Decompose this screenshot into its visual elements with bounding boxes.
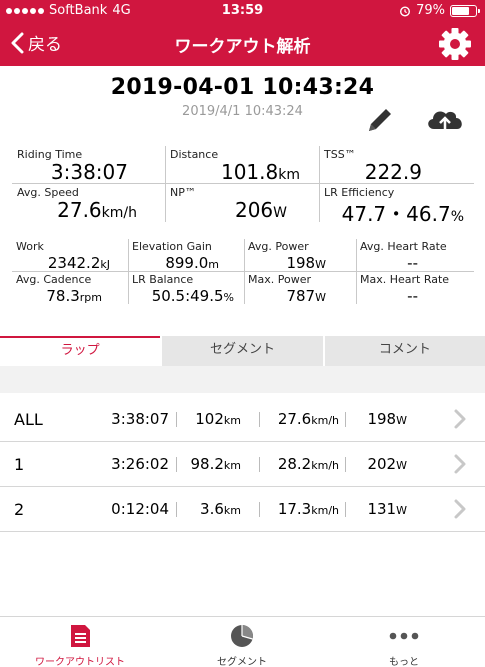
workout-list-icon bbox=[71, 625, 90, 647]
cloud-upload-icon[interactable] bbox=[424, 104, 466, 136]
metric-np: NP™ 206W bbox=[165, 184, 319, 222]
battery-fill bbox=[452, 6, 469, 15]
bottom-tab-bar: ワークアウトリスト セグメント もっと bbox=[0, 616, 485, 667]
tab-segments[interactable]: セグメント bbox=[160, 336, 323, 366]
metric-tss: TSS™ 222.9 bbox=[319, 146, 474, 184]
metric-max-power: Max. Power 787W bbox=[244, 272, 356, 305]
battery-icon bbox=[450, 4, 480, 17]
metric-lr-balance: LR Balance 50.5:49.5% bbox=[128, 272, 244, 305]
tab-laps[interactable]: ラップ bbox=[0, 336, 161, 366]
tab-comments[interactable]: コメント bbox=[322, 336, 485, 366]
metric-lr-efficiency: LR Efficiency 47.7・46.7% bbox=[319, 184, 474, 226]
page-title: ワークアウト解析 bbox=[174, 37, 311, 57]
metrics-row-1: Riding Time 3:38:07 Distance 101.8km TSS… bbox=[12, 146, 474, 184]
pencil-icon[interactable] bbox=[364, 104, 396, 136]
lap-row-1[interactable]: 1 3:26:02 98.2km 28.2km/h 202W bbox=[0, 442, 485, 487]
metric-avg-power: Avg. Power 198W bbox=[244, 239, 356, 272]
lap-row-all[interactable]: ALL 3:38:07 102km 27.6km/h 198W bbox=[0, 397, 485, 442]
metric-distance: Distance 101.8km bbox=[165, 146, 319, 184]
tabbar-item-more[interactable]: もっと bbox=[324, 617, 484, 667]
tabbar-item-segments[interactable]: セグメント bbox=[162, 617, 322, 667]
workout-date-sub: 2019/4/1 10:43:24 bbox=[182, 104, 303, 119]
tab-spacer bbox=[0, 366, 485, 393]
chevron-right-icon bbox=[454, 454, 466, 474]
pie-chart-icon bbox=[231, 625, 253, 647]
nav-bar: 戻る ワークアウト解析 bbox=[0, 22, 485, 66]
metric-avg-cadence: Avg. Cadence 78.3rpm bbox=[16, 273, 102, 305]
tabbar-item-workout-list[interactable]: ワークアウトリスト bbox=[0, 617, 160, 667]
app-header: SoftBank 4G 13:59 79% 戻る ワークアウト解析 bbox=[0, 0, 485, 66]
chevron-right-icon bbox=[454, 409, 466, 429]
workout-date: 2019-04-01 10:43:24 bbox=[110, 75, 375, 100]
tab-bar: ラップ セグメント コメント bbox=[0, 336, 485, 366]
metric-riding-time: Riding Time 3:38:07 bbox=[17, 148, 128, 184]
metric-avg-speed: Avg. Speed 27.6km/h bbox=[17, 186, 137, 222]
more-dots-icon bbox=[389, 632, 419, 640]
battery-percent: 79% bbox=[416, 3, 445, 18]
metrics-row-2: Avg. Speed 27.6km/h NP™ 206W LR Efficien… bbox=[12, 184, 474, 226]
metric-elevation-gain: Elevation Gain 899.0m bbox=[128, 239, 244, 272]
metric-avg-heart-rate: Avg. Heart Rate -- bbox=[356, 239, 474, 272]
gear-icon[interactable] bbox=[437, 26, 473, 62]
metric-max-heart-rate: Max. Heart Rate -- bbox=[356, 272, 474, 305]
metric-work: Work 2342.2kJ bbox=[16, 240, 110, 272]
status-bar: SoftBank 4G 13:59 79% bbox=[0, 0, 485, 22]
alarm-icon bbox=[400, 5, 411, 17]
lap-row-2[interactable]: 2 0:12:04 3.6km 17.3km/h 131W bbox=[0, 487, 485, 532]
chevron-right-icon bbox=[454, 499, 466, 519]
